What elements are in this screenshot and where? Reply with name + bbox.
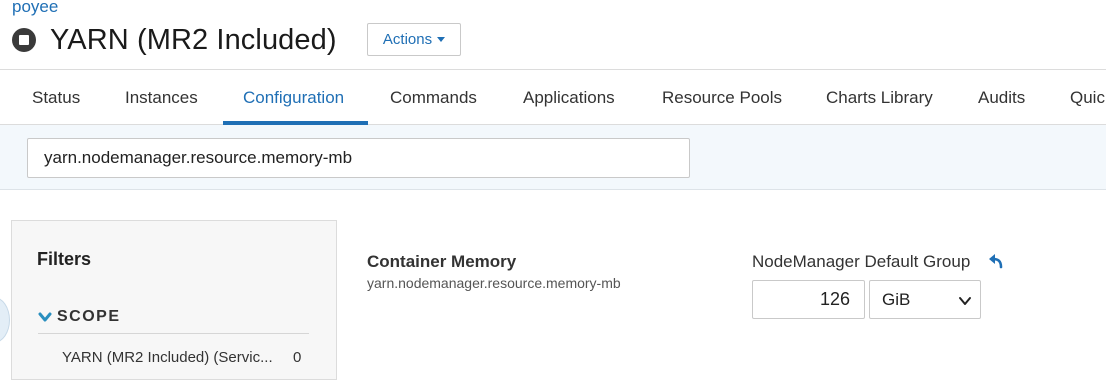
search-bar <box>0 125 1106 190</box>
scope-label: SCOPE <box>57 308 121 325</box>
memory-value-input[interactable] <box>752 280 865 319</box>
caret-down-icon <box>437 37 446 42</box>
tab-status[interactable]: Status <box>32 70 80 125</box>
chevron-down-icon <box>38 312 52 322</box>
tab-audits[interactable]: Audits <box>978 70 1025 125</box>
config-name: Container Memory <box>367 252 517 271</box>
filters-title: Filters <box>37 249 92 269</box>
scope-item-count: 0 <box>293 349 302 366</box>
stop-icon <box>12 28 36 52</box>
config-group-label: NodeManager Default Group <box>752 252 971 271</box>
sidebar-toggle[interactable] <box>0 297 10 343</box>
filters-panel: Filters SCOPE YARN (MR2 Included) (Servi… <box>11 220 337 380</box>
undo-icon[interactable] <box>985 250 1007 272</box>
tab-applications[interactable]: Applications <box>523 70 615 125</box>
actions-button[interactable]: Actions <box>367 23 461 56</box>
tab-commands[interactable]: Commands <box>390 70 477 125</box>
divider <box>38 333 309 334</box>
actions-label: Actions <box>382 31 433 48</box>
page-title: YARN (MR2 Included) <box>50 23 337 56</box>
tab-resource-pools[interactable]: Resource Pools <box>662 70 782 125</box>
chevron-down-icon <box>959 297 971 305</box>
unit-select-value: GiB <box>882 289 911 309</box>
search-input[interactable] <box>27 138 690 178</box>
tab-instances[interactable]: Instances <box>125 70 198 125</box>
tab-bar: Status Instances Configuration Commands … <box>0 69 1106 125</box>
breadcrumb[interactable]: poyee <box>12 0 58 17</box>
tab-configuration[interactable]: Configuration <box>243 70 344 125</box>
unit-select[interactable]: GiB <box>869 280 981 319</box>
config-key: yarn.nodemanager.resource.memory-mb <box>367 275 621 291</box>
scope-item-label[interactable]: YARN (MR2 Included) (Servic... <box>62 349 273 366</box>
tab-charts-library[interactable]: Charts Library <box>826 70 933 125</box>
scope-toggle[interactable]: SCOPE <box>38 308 121 326</box>
page-header: YARN (MR2 Included) <box>12 22 337 58</box>
tab-quick-links[interactable]: Quic <box>1070 70 1105 125</box>
